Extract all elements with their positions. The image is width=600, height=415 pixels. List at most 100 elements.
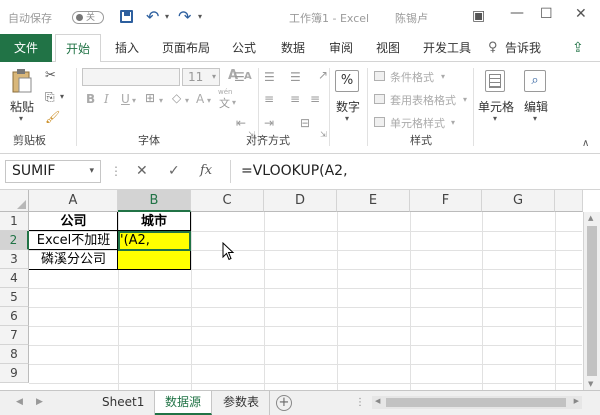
formula-bar-grip-icon[interactable]: ⋮ [110,164,122,178]
font-name-combo[interactable] [82,68,180,86]
paste-dropdown-icon[interactable]: ▾ [19,114,23,123]
select-all-button[interactable] [0,190,29,212]
name-box[interactable]: SUMIF ▾ [5,160,101,183]
row-header-2[interactable]: 2 [0,231,29,250]
paste-icon[interactable] [11,68,33,94]
name-box-dropdown-icon[interactable]: ▾ [89,161,94,182]
tab-developer[interactable]: 开发工具 [423,34,471,62]
align-middle-icon[interactable]: ☰ [264,70,275,84]
align-center-icon[interactable]: ≡ [290,92,300,106]
cell-styles-dropdown-icon[interactable]: ▾ [451,118,455,127]
scroll-left-icon[interactable]: ◀ [375,397,380,405]
border-dropdown-icon[interactable]: ▾ [159,96,163,105]
lightbulb-icon[interactable]: ♀ [488,34,498,62]
cell-styles-button[interactable]: 单元格样式 [390,115,445,131]
column-header-b[interactable]: B [118,190,191,212]
conditional-format-button[interactable]: 条件格式 [390,69,434,85]
phonetic-dropdown-icon[interactable]: ▾ [232,98,236,107]
tab-view[interactable]: 视图 [376,34,400,62]
font-color-dropdown-icon[interactable]: ▾ [207,96,211,105]
tab-page-layout[interactable]: 页面布局 [162,34,210,62]
collapse-ribbon-icon[interactable]: ∧ [582,138,589,149]
undo-icon[interactable]: ↶ [146,7,159,26]
scroll-up-icon[interactable]: ▲ [588,214,593,222]
cell-a1[interactable]: 公司 [30,212,117,231]
share-icon[interactable]: ⇪ [572,34,584,62]
scroll-right-icon[interactable]: ▶ [574,397,579,405]
save-icon[interactable] [120,10,133,23]
cells-icon[interactable] [485,70,505,92]
format-painter-icon[interactable]: 🖌 [45,110,60,124]
ribbon-display-icon[interactable]: ▣ [472,8,485,24]
row-header-9[interactable]: 9 [0,364,29,383]
align-bottom-icon[interactable]: ☰ [290,70,301,84]
tab-review[interactable]: 审阅 [329,34,353,62]
align-right-icon[interactable]: ≡ [310,92,320,106]
copy-dropdown-icon[interactable]: ▾ [60,92,64,101]
cell-a2[interactable]: Excel不加班 [30,231,117,250]
italic-button[interactable]: I [104,92,109,106]
row-header-6[interactable]: 6 [0,307,29,326]
row-header-7[interactable]: 7 [0,326,29,345]
cut-icon[interactable]: ✂ [45,68,56,83]
column-header-g[interactable]: G [482,190,555,212]
tell-me-box[interactable]: 告诉我 [505,34,541,62]
row-header-4[interactable]: 4 [0,269,29,288]
row-header-5[interactable]: 5 [0,288,29,307]
row-header-1[interactable]: 1 [0,212,29,231]
horizontal-scrollbar[interactable]: ◀ ▶ [372,396,582,409]
format-as-table-button[interactable]: 套用表格格式 [390,92,456,108]
column-header-f[interactable]: F [410,190,482,212]
align-top-icon[interactable]: ☰ [234,70,245,84]
vertical-scrollbar[interactable]: ▲ ▼ [583,212,600,390]
insert-function-icon[interactable]: fx [200,163,212,178]
tab-insert[interactable]: 插入 [115,34,139,62]
cell-a3[interactable]: 磷溪分公司 [30,250,117,269]
minimize-icon[interactable]: — [510,5,524,21]
cells-label[interactable]: 单元格 [478,98,514,115]
row-header-8[interactable]: 8 [0,345,29,364]
orientation-icon[interactable]: ↗ [318,68,328,82]
add-sheet-button[interactable]: + [276,395,292,411]
alignment-dialog-launcher-icon[interactable]: ⇲ [320,130,327,139]
column-header-a[interactable]: A [29,190,118,212]
increase-indent-icon[interactable]: ⇥ [264,116,274,130]
decrease-indent-icon[interactable]: ⇤ [236,116,246,130]
number-dropdown-icon[interactable]: ▾ [345,114,349,123]
tab-split-handle-icon[interactable]: ⋮ [355,397,365,408]
format-as-table-dropdown-icon[interactable]: ▾ [463,95,467,104]
formula-input[interactable]: =VLOOKUP(A2, [230,160,596,183]
sheet-tab-sheet1[interactable]: Sheet1 [92,391,156,415]
undo-dropdown-icon[interactable]: ▾ [165,12,169,21]
tab-formulas[interactable]: 公式 [232,34,256,62]
enter-icon[interactable]: ✓ [168,163,180,179]
number-label[interactable]: 数字 [336,98,360,115]
tab-data[interactable]: 数据 [281,34,305,62]
column-header-e[interactable]: E [337,190,410,212]
underline-dropdown-icon[interactable]: ▾ [132,96,136,105]
shrink-font-icon[interactable]: A [244,71,252,82]
scrollbar-thumb[interactable] [386,398,566,407]
border-icon[interactable]: ⊞ [145,91,155,105]
cells-dropdown-icon[interactable]: ▾ [493,114,497,123]
fill-color-dropdown-icon[interactable]: ▾ [185,96,189,105]
customize-qat-icon[interactable]: ▾ [198,12,202,21]
cell-b1[interactable]: 城市 [118,212,190,231]
sheet-tab-data-source[interactable]: 数据源 [155,391,213,415]
merge-cells-icon[interactable]: ⊟ [300,116,310,130]
underline-button[interactable]: U [121,92,130,106]
autosave-toggle[interactable]: 关 [72,11,104,24]
search-icon[interactable]: ⌕ [524,70,546,92]
bold-button[interactable]: B [86,92,95,106]
editing-dropdown-icon[interactable]: ▾ [533,114,537,123]
column-header-d[interactable]: D [264,190,337,212]
cell-b3[interactable] [118,250,190,269]
scroll-down-icon[interactable]: ▼ [588,380,593,388]
prev-sheet-icon[interactable]: ◀ [16,397,23,407]
column-header-c[interactable]: C [191,190,264,212]
phonetic-icon[interactable]: 文 [219,95,230,111]
font-size-combo[interactable]: 11 ▾ [182,68,220,86]
cancel-icon[interactable]: ✕ [136,163,148,179]
fill-color-icon[interactable]: ◇ [172,91,181,105]
align-left-icon[interactable]: ≡ [264,92,274,106]
